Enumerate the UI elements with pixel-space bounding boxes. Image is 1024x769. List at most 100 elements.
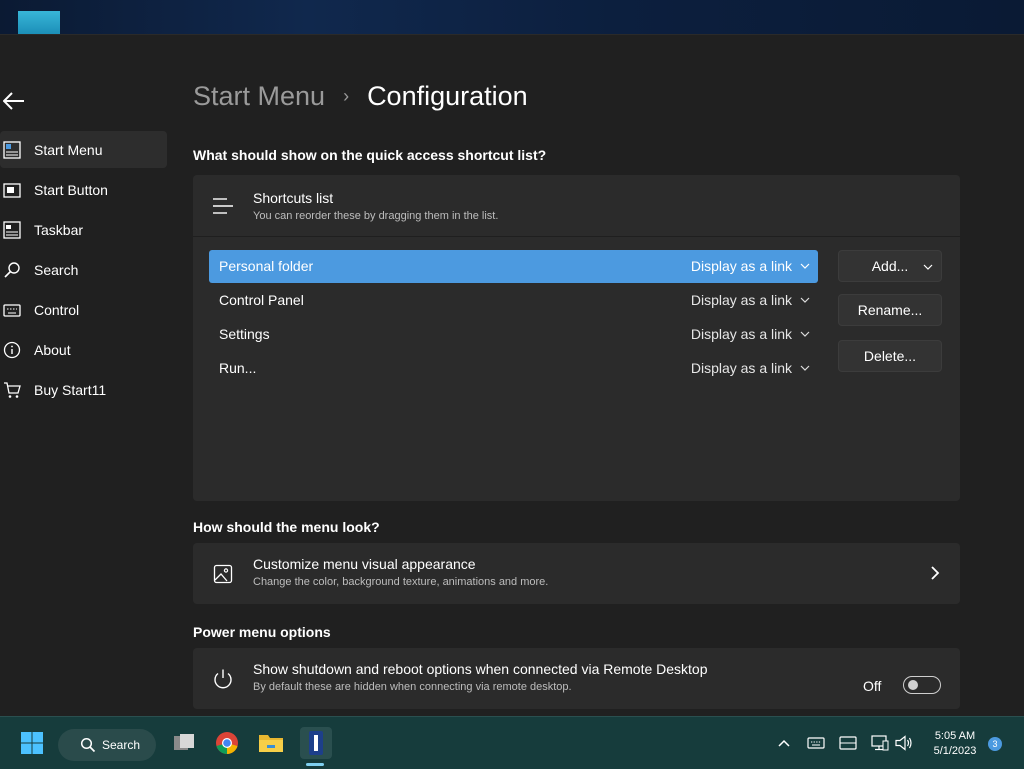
list-item-label: Personal folder	[219, 258, 314, 274]
chevron-down-icon	[923, 264, 933, 270]
sidebar-item-buy-start11[interactable]: Buy Start11	[0, 371, 167, 408]
list-item[interactable]: Personal folder Display as a link	[209, 250, 818, 283]
chrome-icon	[216, 732, 238, 754]
chevron-down-icon[interactable]	[800, 261, 810, 271]
volume-tray-button[interactable]	[894, 727, 914, 759]
display-mode-dropdown[interactable]: Display as a link	[691, 360, 792, 376]
chevron-right-icon	[931, 566, 940, 580]
add-button[interactable]: Add...	[838, 250, 942, 282]
active-app-indicator	[306, 763, 324, 766]
desktop-wallpaper	[0, 0, 1024, 34]
sidebar-item-label: Control	[34, 301, 80, 318]
keyboard-icon	[807, 737, 825, 749]
shortcuts-card-header: Shortcuts list You can reorder these by …	[193, 175, 960, 237]
shortcuts-section-title: What should show on the quick access sho…	[193, 147, 547, 163]
list-item-label: Settings	[219, 326, 270, 342]
volume-icon	[895, 735, 912, 751]
chrome-taskbar-button[interactable]	[213, 727, 241, 759]
task-view-icon	[174, 734, 194, 750]
appearance-card[interactable]: Customize menu visual appearance Change …	[193, 543, 960, 604]
start11-window: Start Menu Start Button Taskbar Search C…	[0, 34, 1024, 717]
sidebar-item-start-menu[interactable]: Start Menu	[0, 131, 167, 168]
tray-overflow-button[interactable]	[776, 727, 792, 759]
sidebar-item-start-button[interactable]: Start Button	[0, 171, 167, 208]
file-explorer-taskbar-button[interactable]	[257, 727, 285, 759]
sidebar-nav: Start Menu Start Button Taskbar Search C…	[0, 131, 167, 411]
windows-start-button[interactable]	[18, 727, 46, 759]
toggle-knob	[908, 680, 918, 690]
tray-clock[interactable]: 5:05 AM 5/1/2023	[916, 729, 994, 759]
list-item[interactable]: Control Panel Display as a link	[209, 284, 818, 317]
windows-logo-icon	[21, 732, 43, 754]
list-icon	[211, 194, 235, 218]
clock-date: 5/1/2023	[933, 745, 977, 757]
breadcrumb: Start Menu › Configuration	[193, 81, 528, 112]
notification-badge[interactable]: 3	[988, 737, 1002, 751]
taskbar-search-label: Search	[102, 738, 141, 752]
sidebar-item-label: About	[34, 341, 71, 358]
folder-icon	[259, 735, 283, 752]
start-button-icon	[2, 180, 22, 200]
power-subtitle: By default these are hidden when connect…	[253, 681, 572, 693]
power-title: Show shutdown and reboot options when co…	[253, 661, 708, 677]
back-arrow-icon	[3, 92, 24, 110]
appearance-title: Customize menu visual appearance	[253, 556, 476, 572]
shortcuts-card: Shortcuts list You can reorder these by …	[193, 175, 960, 501]
shortcuts-list-subtitle: You can reorder these by dragging them i…	[253, 210, 499, 222]
display-mode-dropdown[interactable]: Display as a link	[691, 326, 792, 342]
breadcrumb-parent[interactable]: Start Menu	[193, 81, 325, 112]
sidebar-item-taskbar[interactable]: Taskbar	[0, 211, 167, 248]
image-icon	[211, 562, 235, 586]
sidebar-item-control[interactable]: Control	[0, 291, 167, 328]
appearance-section-title: How should the menu look?	[193, 519, 380, 535]
page-title: Configuration	[367, 81, 528, 111]
desktop-wallpaper-thumb	[18, 11, 60, 34]
search-icon	[2, 260, 22, 280]
taskbar-search-button[interactable]: Search	[58, 729, 156, 761]
cart-icon	[2, 380, 22, 400]
toggle-state-label: Off	[863, 678, 882, 694]
task-view-button[interactable]	[170, 727, 198, 759]
delete-button[interactable]: Delete...	[838, 340, 942, 372]
network-icon	[871, 735, 889, 751]
power-icon	[211, 667, 235, 691]
add-button-label: Add...	[871, 258, 909, 274]
display-mode-dropdown[interactable]: Display as a link	[691, 258, 792, 274]
taskbar-icon	[2, 220, 22, 240]
sidebar-item-label: Start Button	[34, 181, 108, 198]
back-button[interactable]	[0, 89, 28, 113]
search-icon	[80, 737, 96, 753]
display-mode-dropdown[interactable]: Display as a link	[691, 292, 792, 308]
sidebar-item-label: Buy Start11	[34, 381, 107, 398]
shortcuts-list-title: Shortcuts list	[253, 190, 334, 206]
info-icon	[2, 340, 22, 360]
sidebar-item-label: Start Menu	[34, 141, 103, 158]
power-section-title: Power menu options	[193, 624, 331, 640]
chevron-down-icon[interactable]	[800, 363, 810, 373]
list-item-label: Control Panel	[219, 292, 304, 308]
chevron-down-icon[interactable]	[800, 329, 810, 339]
network-tray-button[interactable]	[870, 727, 890, 759]
appearance-subtitle: Change the color, background texture, an…	[253, 576, 549, 588]
keyboard-icon	[2, 300, 22, 320]
sidebar-item-label: Search	[34, 261, 79, 278]
keyboard-tray-button[interactable]	[806, 727, 826, 759]
start-menu-icon	[2, 140, 22, 160]
touch-keyboard-tray-button[interactable]	[838, 727, 858, 759]
sidebar-item-label: Taskbar	[34, 221, 84, 238]
rename-button[interactable]: Rename...	[838, 294, 942, 326]
sidebar-item-about[interactable]: About	[0, 331, 167, 368]
chevron-down-icon[interactable]	[800, 295, 810, 305]
taskbar: Search 5:05 AM 5/1/2023 3	[0, 716, 1024, 769]
list-item[interactable]: Settings Display as a link	[209, 318, 818, 351]
start11-app-icon	[309, 731, 323, 755]
list-item-label: Run...	[219, 360, 257, 376]
chevron-up-icon	[778, 739, 790, 747]
display-icon	[839, 736, 857, 750]
shortcuts-list: Personal folder Display as a link Contro…	[209, 250, 818, 386]
sidebar-item-search[interactable]: Search	[0, 251, 167, 288]
remote-desktop-toggle[interactable]	[903, 676, 941, 694]
list-item[interactable]: Run... Display as a link	[209, 352, 818, 385]
start11-taskbar-button[interactable]	[300, 727, 332, 759]
clock-time: 5:05 AM	[934, 730, 976, 742]
